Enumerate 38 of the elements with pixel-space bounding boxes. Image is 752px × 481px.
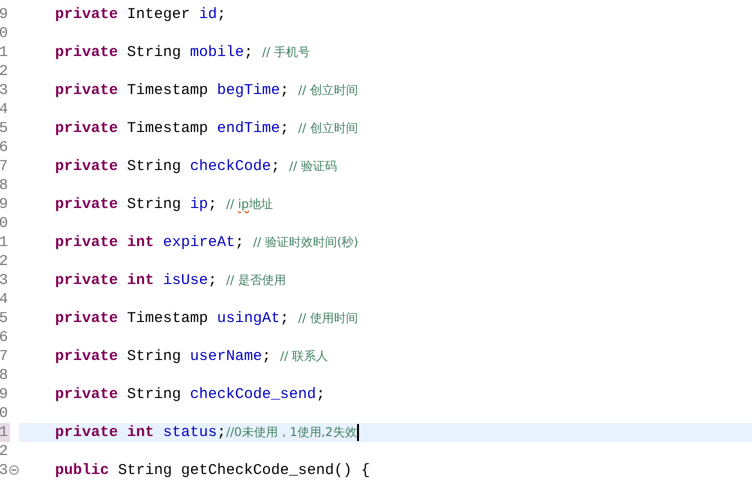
line-number: 2 xyxy=(0,252,10,271)
line-number: 4 xyxy=(0,100,10,119)
code-line: private String checkCode_send; xyxy=(54,385,326,404)
line-number: 0 xyxy=(0,404,10,423)
line-number: 7 xyxy=(0,347,10,366)
code-line: private Timestamp endTime; // 创立时间 xyxy=(54,119,359,138)
line-number: 2 xyxy=(0,62,10,81)
line-number: 0 xyxy=(0,24,10,43)
line-number: 3 xyxy=(0,461,10,480)
line-number: 4 xyxy=(0,290,10,309)
line-number: 8 xyxy=(0,366,10,385)
code-line: private String userName; // 联系人 xyxy=(54,347,329,366)
line-number: 1 xyxy=(0,43,10,62)
line-number: 1 xyxy=(0,423,10,442)
line-number: 3 xyxy=(0,81,10,100)
code-line: public String getCheckCode_send() { xyxy=(54,461,372,480)
line-number: 9 xyxy=(0,195,10,214)
code-line: private Timestamp usingAt; // 使用时间 xyxy=(54,309,359,328)
line-number: 7 xyxy=(0,157,10,176)
code-line: private Integer id; xyxy=(54,5,228,24)
collapse-icon[interactable] xyxy=(9,465,19,475)
line-number: 1 xyxy=(0,233,10,252)
code-line: private Timestamp begTime; // 创立时间 xyxy=(54,81,359,100)
line-number: 2 xyxy=(0,442,10,461)
line-number: 0 xyxy=(0,214,10,233)
line-number: 5 xyxy=(0,119,10,138)
line-number: 6 xyxy=(0,328,10,347)
line-number: 5 xyxy=(0,309,10,328)
code-line: private int expireAt; // 验证时效时间(秒) xyxy=(54,233,360,252)
code-line: private String mobile; // 手机号 xyxy=(54,43,311,62)
line-number: 8 xyxy=(0,176,10,195)
line-number: 6 xyxy=(0,138,10,157)
code-line: private int isUse; // 是否使用 xyxy=(54,271,287,290)
code-line: private String ip; // ip地址 xyxy=(54,195,274,214)
line-number: 9 xyxy=(0,5,10,24)
code-line: private String checkCode; // 验证码 xyxy=(54,157,338,176)
line-number: 9 xyxy=(0,385,10,404)
line-number: 3 xyxy=(0,271,10,290)
